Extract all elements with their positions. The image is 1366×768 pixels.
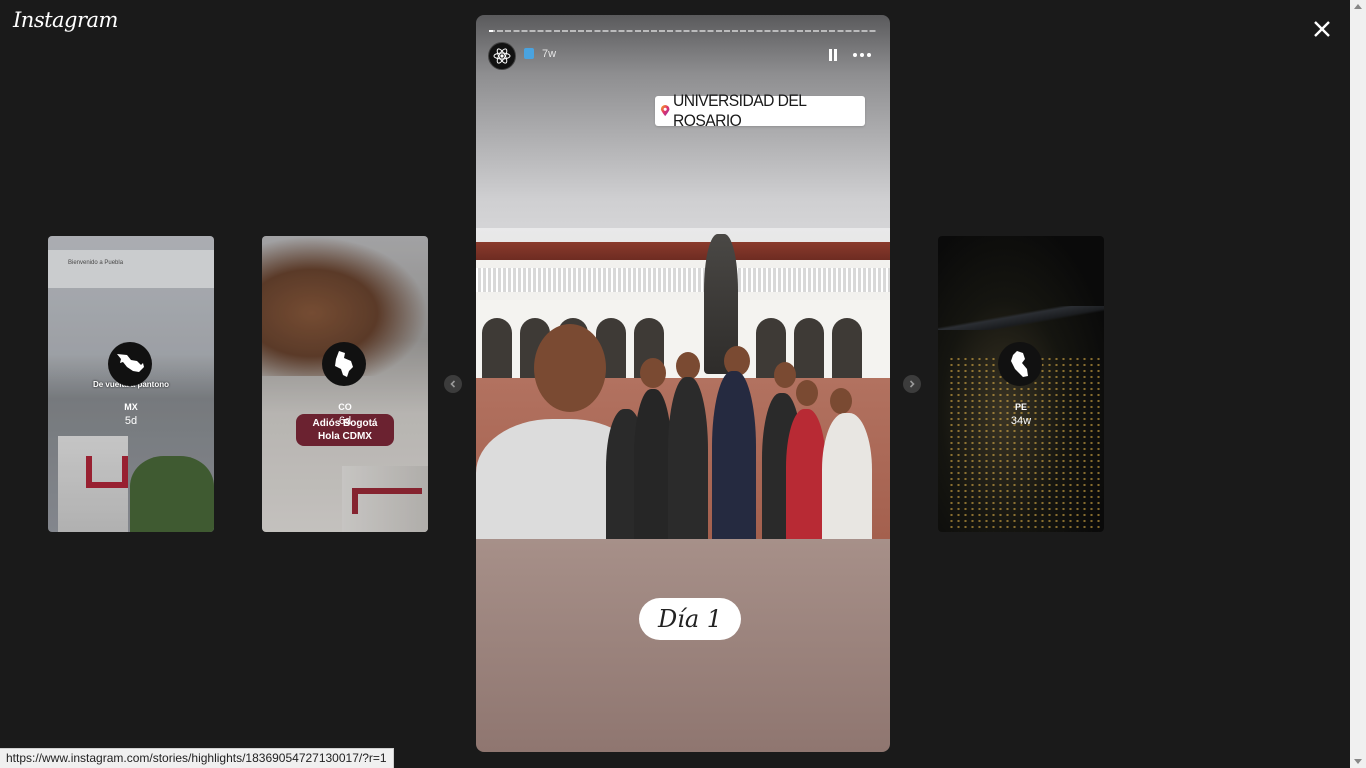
story-photo: [476, 228, 890, 539]
preview-time: 34w: [1010, 415, 1032, 427]
previous-story-button[interactable]: [444, 375, 462, 393]
preview-time: 6d: [338, 415, 352, 427]
story-progress-fill: [489, 30, 493, 32]
preview-name: CO: [338, 402, 352, 412]
day-sticker: Día 1: [639, 598, 741, 640]
peru-map-icon: [998, 342, 1042, 386]
pause-icon[interactable]: [826, 48, 840, 62]
story-header: 7w: [488, 42, 878, 70]
preview-name: PE: [1014, 402, 1027, 412]
location-pin-icon: [660, 104, 670, 117]
location-name: UNIVERSIDAD DEL ROSARIO: [673, 91, 807, 130]
scroll-up-icon[interactable]: [1354, 4, 1362, 9]
more-options-icon[interactable]: [851, 48, 873, 62]
chevron-left-icon: [450, 380, 456, 388]
mexico-map-icon: [108, 342, 152, 386]
preview-name: MX: [124, 402, 138, 412]
highlight-preview-co[interactable]: Adiós Bogotá Hola CDMX CO 6d: [262, 236, 428, 532]
day-label: Día 1: [657, 605, 723, 633]
preview-photo-wing: [938, 306, 1104, 330]
verified-badge-icon: [524, 48, 534, 59]
colombia-map-icon: [322, 342, 366, 386]
story-time: 7w: [542, 48, 557, 60]
highlight-preview-mx[interactable]: Bienvenido a Puebla De vuelta a pantono …: [48, 236, 214, 532]
atom-avatar-icon[interactable]: [488, 42, 516, 70]
scrollbar[interactable]: [1350, 0, 1366, 768]
active-story[interactable]: 7w UNIVERSIDAD DEL ROSARIO Día 1: [476, 15, 890, 752]
instagram-logo[interactable]: Instagram: [13, 8, 118, 32]
close-icon[interactable]: [1309, 16, 1335, 42]
preview-time: 5d: [124, 415, 138, 427]
next-story-button[interactable]: [903, 375, 921, 393]
location-sticker[interactable]: UNIVERSIDAD DEL ROSARIO: [655, 91, 865, 130]
highlight-preview-pe[interactable]: PE 34w: [938, 236, 1104, 532]
chevron-right-icon: [909, 380, 915, 388]
sticker-line-2: Hola CDMX: [318, 431, 372, 442]
status-bar-url: https://www.instagram.com/stories/highli…: [0, 748, 394, 768]
story-progress-bar: [489, 30, 877, 32]
scroll-down-icon[interactable]: [1354, 759, 1362, 764]
